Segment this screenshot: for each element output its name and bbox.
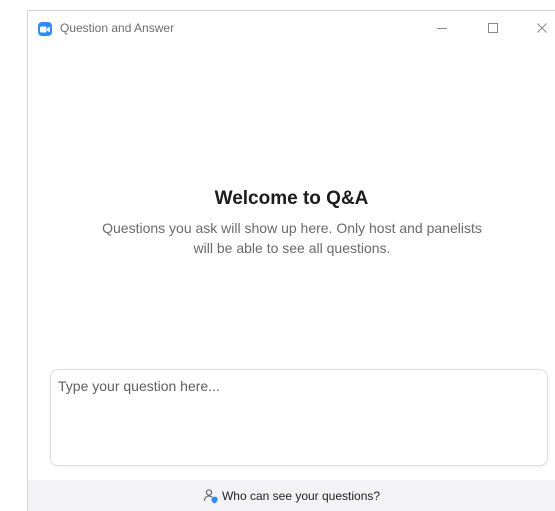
user-shield-icon xyxy=(203,488,219,504)
maximize-button[interactable] xyxy=(479,17,507,39)
zoom-camera-icon xyxy=(38,22,52,36)
close-icon xyxy=(537,23,547,33)
minimize-button[interactable] xyxy=(428,17,456,39)
who-can-see-link[interactable]: Who can see your questions? xyxy=(203,488,380,504)
maximize-icon xyxy=(488,23,498,33)
title-bar[interactable]: Question and Answer xyxy=(28,11,555,43)
who-can-see-label: Who can see your questions? xyxy=(221,489,381,503)
close-button[interactable] xyxy=(528,17,555,39)
window-title: Question and Answer xyxy=(60,21,175,35)
footer-bar: Who can see your questions? xyxy=(28,480,555,511)
welcome-title: Welcome to Q&A xyxy=(214,188,369,209)
qa-window: Question and Answer Welcome to Q&A Quest… xyxy=(27,10,555,511)
question-input[interactable] xyxy=(50,369,548,466)
welcome-description: Questions you ask will show up here. Onl… xyxy=(102,220,482,256)
minimize-icon xyxy=(437,28,447,29)
